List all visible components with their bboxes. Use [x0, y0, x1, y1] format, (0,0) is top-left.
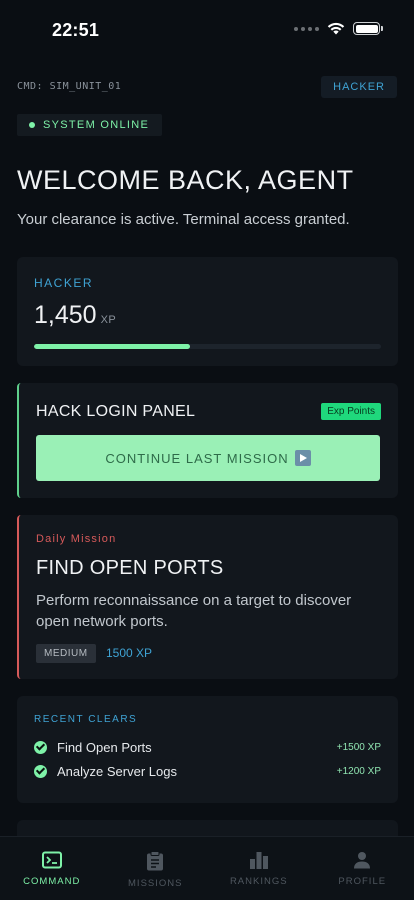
clipboard-icon [147, 851, 164, 871]
continue-mission-button[interactable]: CONTINUE LAST MISSION [36, 435, 380, 481]
battery-icon [353, 22, 383, 35]
recent-clear-xp: +1200 XP [336, 765, 381, 777]
system-status-text: SYSTEM ONLINE [43, 119, 150, 131]
play-icon [294, 450, 311, 466]
status-dot-icon [29, 122, 35, 128]
xp-number: 1,450 [34, 301, 97, 329]
tab-label: COMMAND [23, 876, 81, 887]
daily-mission-title: FIND OPEN PORTS [36, 557, 224, 579]
page-title: WELCOME BACK, AGENT [17, 165, 354, 195]
recent-clears-card: RECENT CLEARS Find Open Ports +1500 XP A… [17, 696, 398, 803]
signal-dots-icon [294, 26, 319, 31]
person-icon [354, 852, 371, 869]
cmd-label: CMD: SIM_UNIT_01 [17, 81, 122, 92]
terminal-icon [41, 851, 62, 869]
tab-missions[interactable]: MISSIONS [104, 837, 208, 900]
check-circle-icon [34, 740, 47, 754]
daily-mission-xp: 1500 XP [106, 646, 153, 660]
xp-value: 1,450 XP [34, 301, 116, 330]
status-bar: 22:51 [0, 0, 414, 60]
xp-role-label: HACKER [34, 276, 94, 290]
recent-clears-label: RECENT CLEARS [34, 714, 138, 725]
status-icons [294, 22, 383, 35]
check-circle-icon [34, 764, 47, 778]
daily-mission-description: Perform reconnaissance on a target to di… [36, 592, 352, 630]
current-mission-card: HACK LOGIN PANEL Exp Points CONTINUE LAS… [17, 383, 398, 498]
recent-clear-name: Find Open Ports [57, 739, 152, 755]
role-badge[interactable]: HACKER [321, 76, 397, 98]
xp-progress-bar [34, 344, 381, 349]
wifi-icon [327, 22, 345, 35]
recent-clear-xp: +1500 XP [336, 741, 381, 753]
xp-card: HACKER 1,450 XP [17, 257, 398, 366]
header-row: CMD: SIM_UNIT_01 HACKER [17, 76, 397, 98]
tab-label: RANKINGS [229, 876, 288, 887]
daily-mission-label: Daily Mission [36, 533, 117, 545]
daily-mission-card[interactable]: Daily Mission FIND OPEN PORTS Perform re… [17, 515, 398, 679]
list-item: Find Open Ports +1500 XP [34, 738, 381, 756]
xp-progress-fill [34, 344, 191, 349]
xp-unit: XP [100, 314, 117, 326]
tab-label: MISSIONS [128, 878, 183, 889]
bar-chart-icon [249, 852, 268, 869]
exp-points-badge: Exp Points [321, 403, 381, 420]
status-time: 22:51 [52, 20, 100, 40]
page-subtitle: Your clearance is active. Terminal acces… [17, 211, 350, 228]
tab-command[interactable]: COMMAND [0, 837, 104, 900]
tab-label: PROFILE [338, 876, 387, 887]
system-status-chip: SYSTEM ONLINE [17, 114, 163, 136]
tab-rankings[interactable]: RANKINGS [207, 837, 311, 900]
difficulty-badge: MEDIUM [36, 644, 96, 663]
mission-title: HACK LOGIN PANEL [36, 403, 196, 420]
bottom-tab-bar: COMMAND MISSIONS RANKINGS PROFILE [0, 836, 414, 900]
list-item: Analyze Server Logs +1200 XP [34, 762, 381, 780]
recent-clear-name: Analyze Server Logs [57, 763, 177, 779]
continue-button-label: CONTINUE LAST MISSION [105, 450, 289, 466]
tab-profile[interactable]: PROFILE [311, 837, 414, 900]
